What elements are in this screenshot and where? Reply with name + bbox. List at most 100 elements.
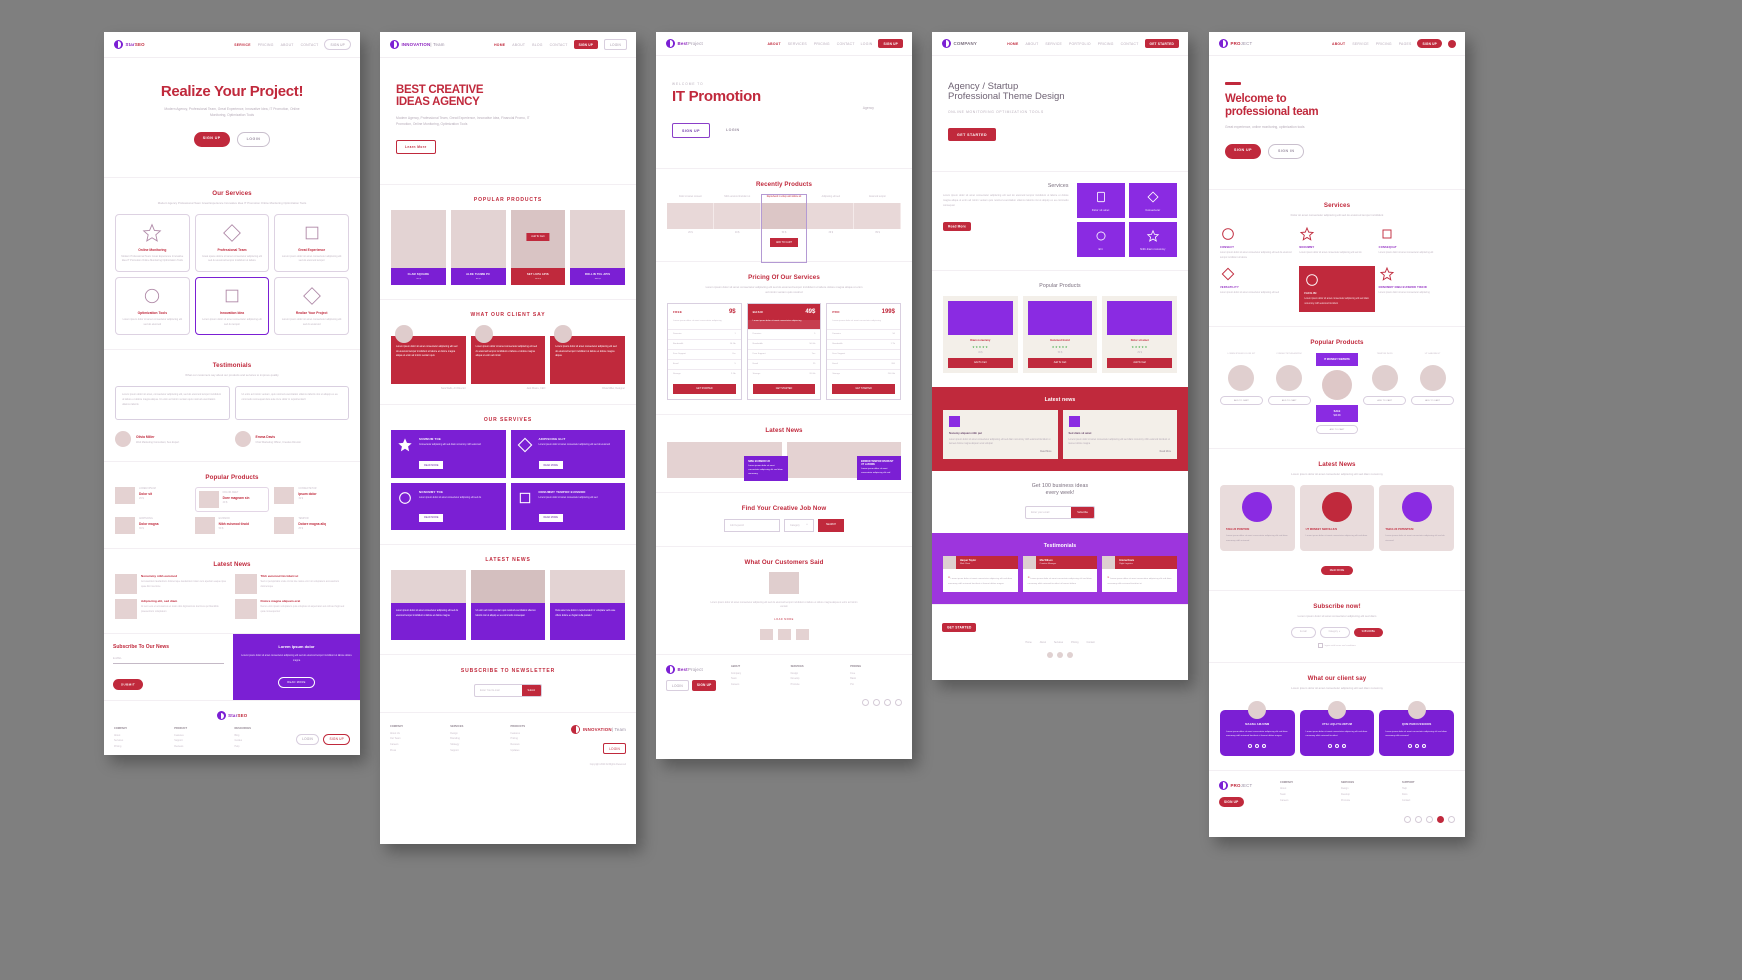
facebook-icon[interactable] (1047, 652, 1053, 659)
product-item-featured[interactable]: IT MONKEY WEBSITE SALE $19.99 ADD TO CART (1315, 353, 1359, 435)
product-item[interactable]: EIUSMOD Nibh euismod tincid 59 $ (194, 517, 270, 535)
terms-checkbox[interactable] (1318, 642, 1324, 648)
subscribe-button[interactable]: SUBSCRIBE (1353, 627, 1383, 637)
nav-link-portfolio[interactable]: PORTFOLIO (1069, 42, 1091, 46)
service-card[interactable]: NONUMMY TEMPOR EUISMOD Lorem ipsum dolor … (510, 482, 625, 531)
nav-link-pricing[interactable]: PRICING (258, 43, 274, 47)
read-more-button[interactable]: READ MORE (538, 513, 563, 522)
nav-link-contact[interactable]: CONTACT (550, 43, 568, 47)
news-card[interactable]: Lorem ipsum dolor sit amet consectetur a… (391, 570, 466, 641)
service-item[interactable]: VERSATILITY Lorem ipsum dolor sit amet c… (1220, 266, 1295, 312)
service-card[interactable]: Optimization Tools Lorem ipsum dolor sit… (115, 277, 190, 336)
get-started-button[interactable]: GET STARTED (948, 128, 997, 142)
footer-link[interactable]: Pricing (1071, 641, 1078, 644)
footer-logo[interactable]: INNOVATION| Team (571, 725, 626, 735)
footer-login-button[interactable]: LOGIN (603, 743, 626, 755)
twitter-icon[interactable] (1415, 815, 1422, 823)
service-card[interactable]: SUMMUM TOE Consectetur adipiscing elit se… (391, 429, 506, 478)
get-started-button[interactable]: GET STARTED (752, 383, 816, 394)
load-more-link[interactable]: LOAD MORE (667, 618, 901, 621)
logo[interactable]: BestProject (666, 39, 703, 49)
product-item[interactable]: UT LABORE ET ADD TO CART (1411, 353, 1454, 434)
signup-button[interactable]: SIGN UP (324, 39, 351, 51)
service-card[interactable]: Professional Team Great space dolore sit… (194, 213, 270, 273)
read-more-button[interactable]: READ MORE (419, 513, 444, 522)
footer-logo[interactable]: PROJECT (1219, 780, 1272, 790)
news-item[interactable]: Nonummy nibh euismod Accusantium laudanti… (115, 574, 230, 595)
product-item[interactable]: LOREM IPSUM DOLOR SIT ADD TO CART (1220, 353, 1263, 434)
subscribe-button[interactable]: Subscribe (1071, 507, 1094, 519)
news-card[interactable]: NIBH EUISMOD UR Lorem ipsum dolor sit am… (744, 455, 789, 481)
nav-link-about[interactable]: ABOUT (281, 43, 294, 47)
facebook-icon[interactable] (1404, 815, 1411, 823)
get-started-button[interactable]: GET STARTED (673, 383, 736, 394)
get-started-button[interactable]: GET STARTED (1144, 39, 1179, 49)
service-tile[interactable]: Consectetur (1128, 183, 1177, 219)
category-select[interactable]: Category ▼ (1319, 626, 1350, 638)
add-to-cart-button[interactable]: Add To Cart (1107, 358, 1172, 368)
add-to-cart-button[interactable]: ADD TO CART (1411, 396, 1454, 406)
footer-link[interactable]: Home (1025, 641, 1031, 644)
add-to-cart-button[interactable]: Add To Cart (526, 232, 550, 241)
nav-link-service[interactable]: SERVICE (1352, 42, 1369, 46)
pricing-plan[interactable]: FREE 9$ Lorem ipsum dolor sit amet consec… (667, 302, 742, 400)
nav-link-contact[interactable]: CONTACT (301, 43, 319, 47)
logo[interactable]: StarSEO (114, 40, 145, 50)
footer-logo[interactable]: StarSEO (114, 711, 350, 721)
table-cell[interactable] (854, 202, 901, 229)
product-item[interactable]: CONSECTETUR Ipsum dolor 19 $ (274, 487, 349, 512)
footer-cta-button[interactable]: GET STARTED (942, 622, 977, 632)
add-to-cart-button[interactable]: ADD TO CART (1315, 425, 1359, 435)
read-more-link[interactable]: Read More (1069, 451, 1171, 453)
news-item[interactable]: Adipiscing elit, sed diam At vero eos et … (115, 599, 230, 620)
email-input[interactable]: E-mail (1291, 626, 1316, 638)
thumbnail[interactable] (795, 629, 809, 641)
product-item[interactable]: TEMPOR INCID ADD TO CART (1363, 353, 1407, 434)
news-card[interactable]: Duis aute irure dolor in reprehenderit i… (550, 570, 625, 641)
login-link[interactable]: LOGIN (861, 42, 873, 46)
add-to-cart-button[interactable]: Add To Cart (948, 358, 1013, 368)
logo[interactable]: COMPANY (942, 39, 977, 49)
product-item[interactable]: ADIPISCING Dolor magna 39 $ (115, 517, 190, 535)
cart-icon[interactable] (1448, 39, 1456, 48)
pagination-dots[interactable] (1226, 743, 1289, 748)
email-input[interactable]: Enter your email (1026, 507, 1071, 518)
service-card[interactable]: Great Experience Lorem ipsum dolor sit a… (274, 213, 349, 273)
hero-signin-button[interactable]: SIGN IN (1267, 143, 1305, 159)
footer-login-button[interactable]: LOGIN (666, 680, 689, 692)
pagination-dots[interactable] (1306, 743, 1369, 748)
table-cell[interactable] (807, 202, 855, 229)
table-cell[interactable] (667, 202, 714, 229)
service-item[interactable]: NONUMMY NIBH EUISMOD TINCID Lorem ipsum … (1379, 266, 1454, 312)
hero-signup-button[interactable]: SIGN UP (1225, 143, 1261, 159)
add-to-cart-button[interactable]: ADD TO CART (1363, 396, 1407, 406)
product-card[interactable]: ALDE THUMB PC 89 $ (450, 210, 506, 285)
service-tile[interactable]: Elit (1076, 222, 1125, 258)
product-card[interactable]: Euismod tincid ★★★★★ 59 $ Add To Cart (1022, 296, 1098, 373)
signup-button[interactable]: SIGN UP (878, 39, 903, 49)
add-to-cart-button[interactable]: ADD TO CART (1220, 396, 1263, 406)
nav-link-home[interactable]: HOME (1007, 42, 1018, 46)
service-item[interactable]: NONUMMY Lorem ipsum dolor sit amet conse… (1299, 226, 1374, 260)
footer-login-button[interactable]: LOGIN (296, 733, 320, 745)
service-tile[interactable]: Nibh diam nonummy (1128, 222, 1177, 258)
nav-link-contact[interactable]: CONTACT (837, 42, 855, 46)
nav-link-services[interactable]: SERVICES (788, 42, 807, 46)
signup-button[interactable]: SIGN UP (1417, 39, 1442, 49)
service-item[interactable]: CONSECT Lorem ipsum dolor sit amet conse… (1220, 226, 1295, 260)
nav-link-pages[interactable]: PAGES (1399, 42, 1412, 46)
keyword-input[interactable]: Job Keyword (724, 518, 781, 532)
nav-link-service[interactable]: SERVICE (234, 43, 251, 47)
pagination-dots[interactable] (1385, 743, 1448, 748)
read-more-link[interactable]: Read More (949, 451, 1051, 453)
product-card[interactable]: ROLLIN TOL APIS 249 $ (570, 210, 625, 285)
nav-link-contact[interactable]: CONTACT (1121, 42, 1139, 46)
login-button[interactable]: LOGIN (604, 39, 627, 51)
read-more-button[interactable]: READ MORE (538, 460, 563, 470)
read-more-button[interactable]: READ MORE (278, 677, 315, 689)
footer-link[interactable]: About (1040, 641, 1046, 644)
product-card-hover[interactable]: Add To Cart SET LUPA APIS 119 $ (510, 210, 566, 285)
pricing-plan-featured[interactable]: BASIC 49$ Lorem ipsum dolor sit amet cons… (746, 302, 822, 400)
footer-signup-button[interactable]: SIGN UP (1219, 797, 1244, 807)
news-card[interactable]: Nonumy aliquam nibh put Lorem ipsum dolo… (943, 409, 1058, 460)
